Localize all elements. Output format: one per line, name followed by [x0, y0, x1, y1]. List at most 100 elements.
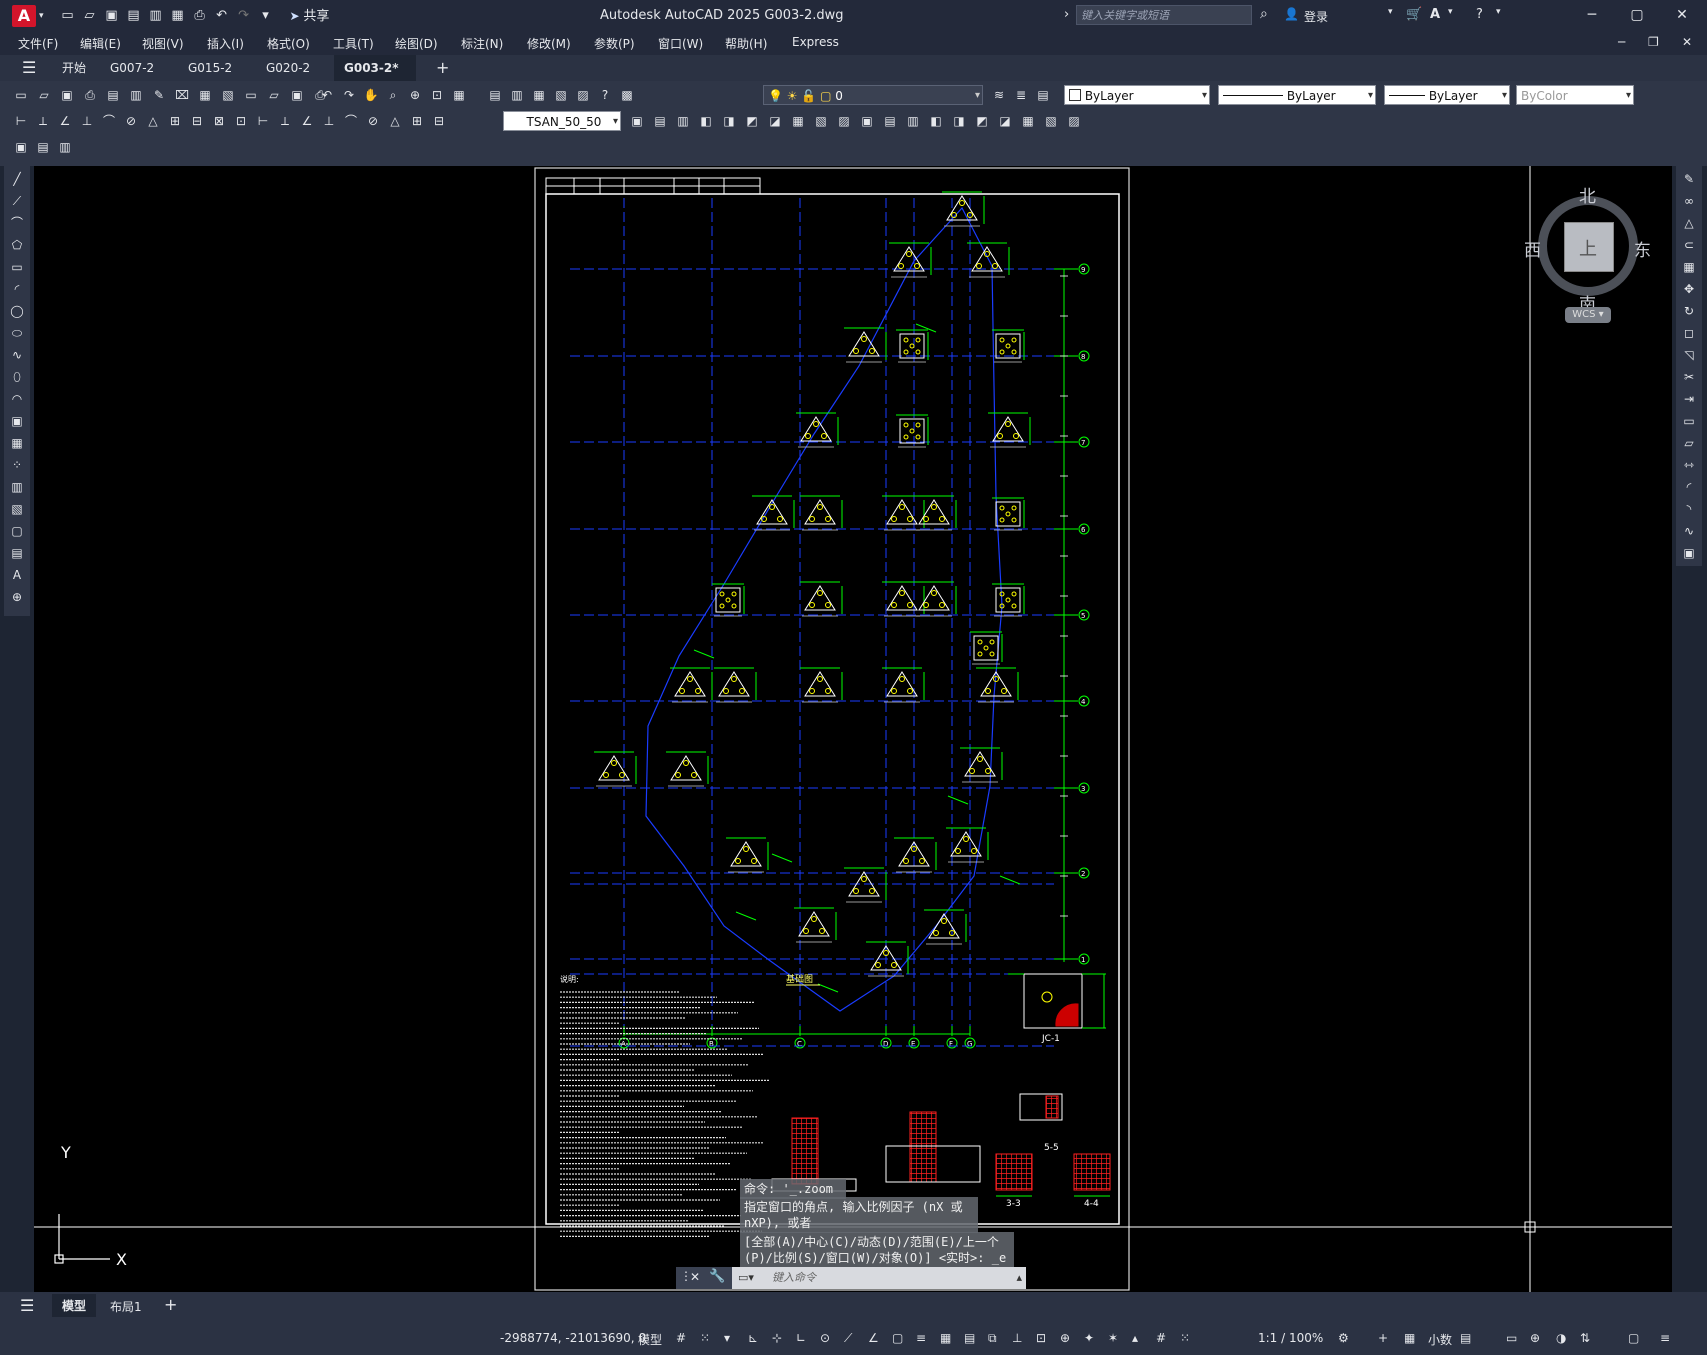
- hamburger-menu-icon[interactable]: ☰: [20, 1296, 34, 1315]
- annotation-scale[interactable]: 1:1 / 100%: [1258, 1331, 1323, 1345]
- standard-tool-10-icon[interactable]: ▧: [219, 86, 237, 104]
- left-draw-tool-2-icon[interactable]: ⟋: [8, 192, 26, 210]
- status-right-3-icon[interactable]: ▦: [1404, 1331, 1415, 1345]
- status-toggle-21-icon[interactable]: #: [1156, 1331, 1166, 1345]
- solid-tool-1-icon[interactable]: ▣: [628, 112, 646, 130]
- dimension-tool-18-icon[interactable]: △: [386, 112, 404, 130]
- maximize-button[interactable]: ▢: [1617, 4, 1657, 26]
- solid-tool-14-icon[interactable]: ◧: [927, 112, 945, 130]
- status-toggle-20-icon[interactable]: ▴: [1132, 1331, 1138, 1345]
- left-draw-tool-3-icon[interactable]: ⌒: [8, 214, 26, 232]
- left-draw-tool-12-icon[interactable]: ▣: [8, 412, 26, 430]
- solid-tool-4-icon[interactable]: ◧: [697, 112, 715, 130]
- tab-g003-2[interactable]: G003-2* ✕: [334, 55, 416, 101]
- user-icon[interactable]: 👤: [1284, 7, 1299, 21]
- solid-tool-16-icon[interactable]: ◩: [973, 112, 991, 130]
- drawing-canvas[interactable]: ABCDEFG987654321: [34, 166, 1672, 1292]
- menu-format[interactable]: 格式(O): [267, 35, 310, 52]
- dimension-tool-8-icon[interactable]: ⊞: [166, 112, 184, 130]
- dimension-tool-7-icon[interactable]: △: [144, 112, 162, 130]
- right-modify-tool-10-icon[interactable]: ✂: [1680, 368, 1698, 386]
- standard-tool-1-icon[interactable]: ▭: [12, 86, 30, 104]
- status-toggle-13-icon[interactable]: ▤: [964, 1331, 975, 1345]
- right-modify-tool-6-icon[interactable]: ✥: [1680, 280, 1698, 298]
- view-tool-4-icon[interactable]: ⌕: [384, 86, 402, 104]
- solid-tool-13-icon[interactable]: ▥: [904, 112, 922, 130]
- menu-parametric[interactable]: 参数(P): [594, 35, 635, 52]
- standard-tool-5-icon[interactable]: ▤: [104, 86, 122, 104]
- status-right-8-icon[interactable]: ⇅: [1580, 1331, 1590, 1345]
- publish-icon[interactable]: ▥: [148, 8, 164, 24]
- close-button[interactable]: ✕: [1662, 4, 1702, 26]
- left-draw-tool-8-icon[interactable]: ⬭: [8, 324, 26, 342]
- status-toggle-12-icon[interactable]: ▦: [940, 1331, 951, 1345]
- standard-tool-3-icon[interactable]: ▣: [58, 86, 76, 104]
- status-right-9-icon[interactable]: ▢: [1628, 1331, 1639, 1345]
- compass-west[interactable]: 西: [1524, 236, 1541, 261]
- doc-minimize-button[interactable]: ─: [1618, 35, 1625, 49]
- layer-tool-3-icon[interactable]: ▤: [1034, 86, 1052, 104]
- right-modify-tool-17-icon[interactable]: ∿: [1680, 522, 1698, 540]
- right-modify-tool-1-icon[interactable]: ✎: [1680, 170, 1698, 188]
- view-tool-2-icon[interactable]: ↷: [340, 86, 358, 104]
- left-draw-tool-17-icon[interactable]: ▢: [8, 522, 26, 540]
- solid-tool-9-icon[interactable]: ▧: [812, 112, 830, 130]
- right-modify-tool-9-icon[interactable]: ◹: [1680, 346, 1698, 364]
- property-tool-3-icon[interactable]: ▦: [530, 86, 548, 104]
- status-right-10-icon[interactable]: ≡: [1660, 1331, 1670, 1345]
- misc-tool-3-icon[interactable]: ▥: [56, 138, 74, 156]
- left-draw-tool-11-icon[interactable]: ◠: [8, 390, 26, 408]
- solid-tool-6-icon[interactable]: ◩: [743, 112, 761, 130]
- open-file-icon[interactable]: ▱: [82, 8, 98, 24]
- dimension-tool-19-icon[interactable]: ⊞: [408, 112, 426, 130]
- right-modify-tool-14-icon[interactable]: ⇿: [1680, 456, 1698, 474]
- right-modify-tool-16-icon[interactable]: ◝: [1680, 500, 1698, 518]
- status-right-7-icon[interactable]: ◑: [1556, 1331, 1566, 1345]
- linetype-dropdown[interactable]: ByLayer ▾: [1218, 85, 1376, 105]
- view-tool-7-icon[interactable]: ▦: [450, 86, 468, 104]
- customize-icon[interactable]: ▾: [258, 8, 274, 24]
- left-draw-tool-20-icon[interactable]: ⊕: [8, 588, 26, 606]
- standard-tool-6-icon[interactable]: ▥: [127, 86, 145, 104]
- command-prompt-icon[interactable]: ▭▾: [738, 1267, 754, 1289]
- dimension-tool-11-icon[interactable]: ⊡: [232, 112, 250, 130]
- dimension-tool-4-icon[interactable]: ⊥: [78, 112, 96, 130]
- units-dropdown[interactable]: 小数: [1428, 1331, 1452, 1348]
- undo-icon[interactable]: ↶: [214, 8, 230, 24]
- solid-tool-5-icon[interactable]: ◨: [720, 112, 738, 130]
- tab-layout1[interactable]: 布局1: [110, 1298, 142, 1315]
- left-draw-tool-19-icon[interactable]: A: [8, 566, 26, 584]
- coordinates-readout[interactable]: -2988774, -21013690, 0: [500, 1331, 646, 1345]
- chevron-down-icon[interactable]: ▾: [1388, 7, 1393, 17]
- menu-dimension[interactable]: 标注(N): [461, 35, 503, 52]
- menu-insert[interactable]: 插入(I): [207, 35, 244, 52]
- save-icon[interactable]: ▣: [104, 8, 120, 24]
- tab-model[interactable]: 模型: [52, 1294, 97, 1317]
- left-draw-tool-10-icon[interactable]: ⬯: [8, 368, 26, 386]
- status-toggle-14-icon[interactable]: ⧉: [988, 1331, 997, 1346]
- search-icon[interactable]: ⌕: [1260, 6, 1268, 22]
- solid-tool-17-icon[interactable]: ◪: [996, 112, 1014, 130]
- solid-tool-3-icon[interactable]: ▥: [674, 112, 692, 130]
- dimension-tool-12-icon[interactable]: ⊢: [254, 112, 272, 130]
- dimension-tool-6-icon[interactable]: ⊘: [122, 112, 140, 130]
- misc-tool-1-icon[interactable]: ▣: [12, 138, 30, 156]
- status-toggle-11-icon[interactable]: ≡: [916, 1331, 926, 1345]
- login-button[interactable]: 登录: [1304, 8, 1328, 25]
- menu-modify[interactable]: 修改(M): [527, 35, 571, 52]
- help-icon[interactable]: ?: [1476, 7, 1483, 22]
- view-tool-5-icon[interactable]: ⊕: [406, 86, 424, 104]
- solid-tool-8-icon[interactable]: ▦: [789, 112, 807, 130]
- chevron-right-icon[interactable]: ›: [1064, 7, 1069, 22]
- status-toggle-2-icon[interactable]: ⁙: [700, 1331, 710, 1345]
- status-toggle-8-icon[interactable]: ⟋: [844, 1331, 852, 1346]
- status-toggle-22-icon[interactable]: ⁙: [1180, 1331, 1190, 1345]
- print-icon[interactable]: ⎙: [192, 8, 208, 24]
- view-tool-6-icon[interactable]: ⊡: [428, 86, 446, 104]
- plotstyle-dropdown[interactable]: ByColor ▾: [1516, 85, 1634, 105]
- color-dropdown[interactable]: ByLayer ▾: [1064, 85, 1210, 105]
- menu-draw[interactable]: 绘图(D): [395, 35, 438, 52]
- left-draw-tool-13-icon[interactable]: ▦: [8, 434, 26, 452]
- left-draw-tool-9-icon[interactable]: ∿: [8, 346, 26, 364]
- right-modify-tool-13-icon[interactable]: ▱: [1680, 434, 1698, 452]
